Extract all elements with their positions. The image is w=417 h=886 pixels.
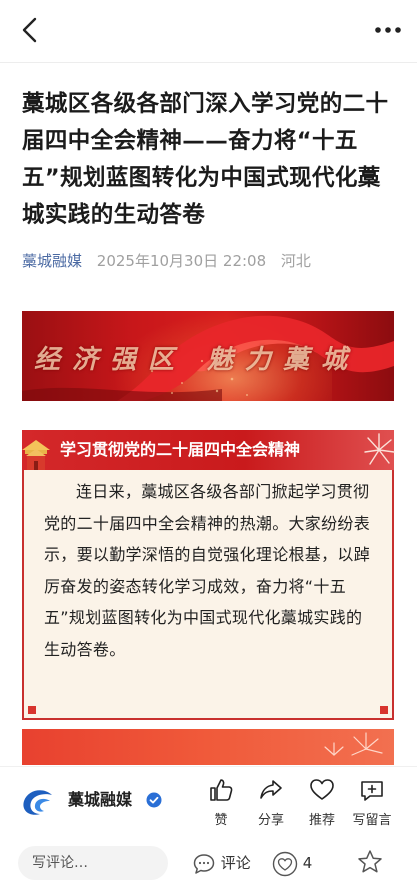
brand-logo-icon[interactable] — [20, 787, 56, 817]
top-bar — [0, 0, 417, 60]
ellipsis-icon[interactable] — [373, 20, 403, 40]
chevron-left-icon[interactable] — [18, 16, 42, 44]
card-header: 学习贯彻党的二十届四中全会精神 — [22, 430, 395, 470]
recommend-button[interactable]: 推荐 — [297, 777, 347, 829]
favorite-button[interactable] — [356, 848, 384, 876]
article-region: 河北 — [280, 252, 311, 270]
like-label: 赞 — [214, 813, 228, 828]
comment-button[interactable]: 评论 — [192, 850, 251, 878]
firework-icon — [324, 732, 383, 756]
thumbs-up-icon — [210, 779, 233, 801]
banner-image: 经济强区 魅力藁城 — [22, 311, 394, 401]
card-title: 学习贯彻党的二十届四中全会精神 — [60, 440, 301, 459]
star-icon — [358, 850, 382, 873]
share-arrow-icon — [260, 780, 282, 799]
account-name[interactable]: 藁城融媒 — [68, 789, 132, 811]
comment-bar: 写评论… 评论 4 — [0, 836, 417, 886]
recommend-label: 推荐 — [308, 813, 335, 828]
article-date: 2025年10月30日 22:08 — [96, 252, 267, 270]
share-button[interactable]: 分享 — [246, 777, 296, 829]
corner-ornament — [28, 706, 36, 714]
tiananmen-gate-icon — [22, 440, 50, 470]
add-message-icon — [361, 781, 383, 801]
like-button[interactable]: 赞 — [196, 777, 246, 829]
firework-icon — [364, 433, 395, 465]
like-count-button[interactable]: 4 — [272, 850, 312, 878]
article-title: 藁城区各级各部门深入学习党的二十届四中全会精神——奋力将“十五五”规划蓝图转化为… — [22, 91, 389, 228]
banner-slogan: 经济强区 魅力藁城 — [34, 345, 360, 375]
next-section-banner — [22, 729, 394, 765]
header-divider — [0, 62, 417, 63]
account-action-bar: 藁城融媒 赞 分享 推荐 写留言 — [0, 766, 417, 836]
corner-ornament — [380, 706, 388, 714]
comment-input[interactable]: 写评论… — [18, 846, 168, 880]
card-paragraph: 连日来，藁城区各级各部门掀起学习贯彻党的二十届四中全会精神的热潮。大家纷纷表示，… — [44, 482, 371, 659]
summary-card: 学习贯彻党的二十届四中全会精神 连日来，藁城区各级各部门掀起学习贯彻党的二十届四… — [22, 430, 395, 720]
verified-badge-icon — [146, 792, 162, 808]
share-label: 分享 — [257, 813, 284, 828]
like-count: 4 — [302, 854, 313, 872]
article-meta: 藁城融媒 2025年10月30日 22:08 河北 — [22, 250, 311, 272]
article-source-link[interactable]: 藁城融媒 — [22, 252, 82, 270]
comment-label: 评论 — [220, 854, 251, 872]
heart-icon — [310, 779, 334, 800]
write-message-button[interactable]: 写留言 — [347, 777, 397, 829]
comment-bubble-icon — [193, 853, 215, 874]
write-message-label: 写留言 — [352, 813, 392, 828]
heart-outline-icon — [272, 851, 298, 876]
